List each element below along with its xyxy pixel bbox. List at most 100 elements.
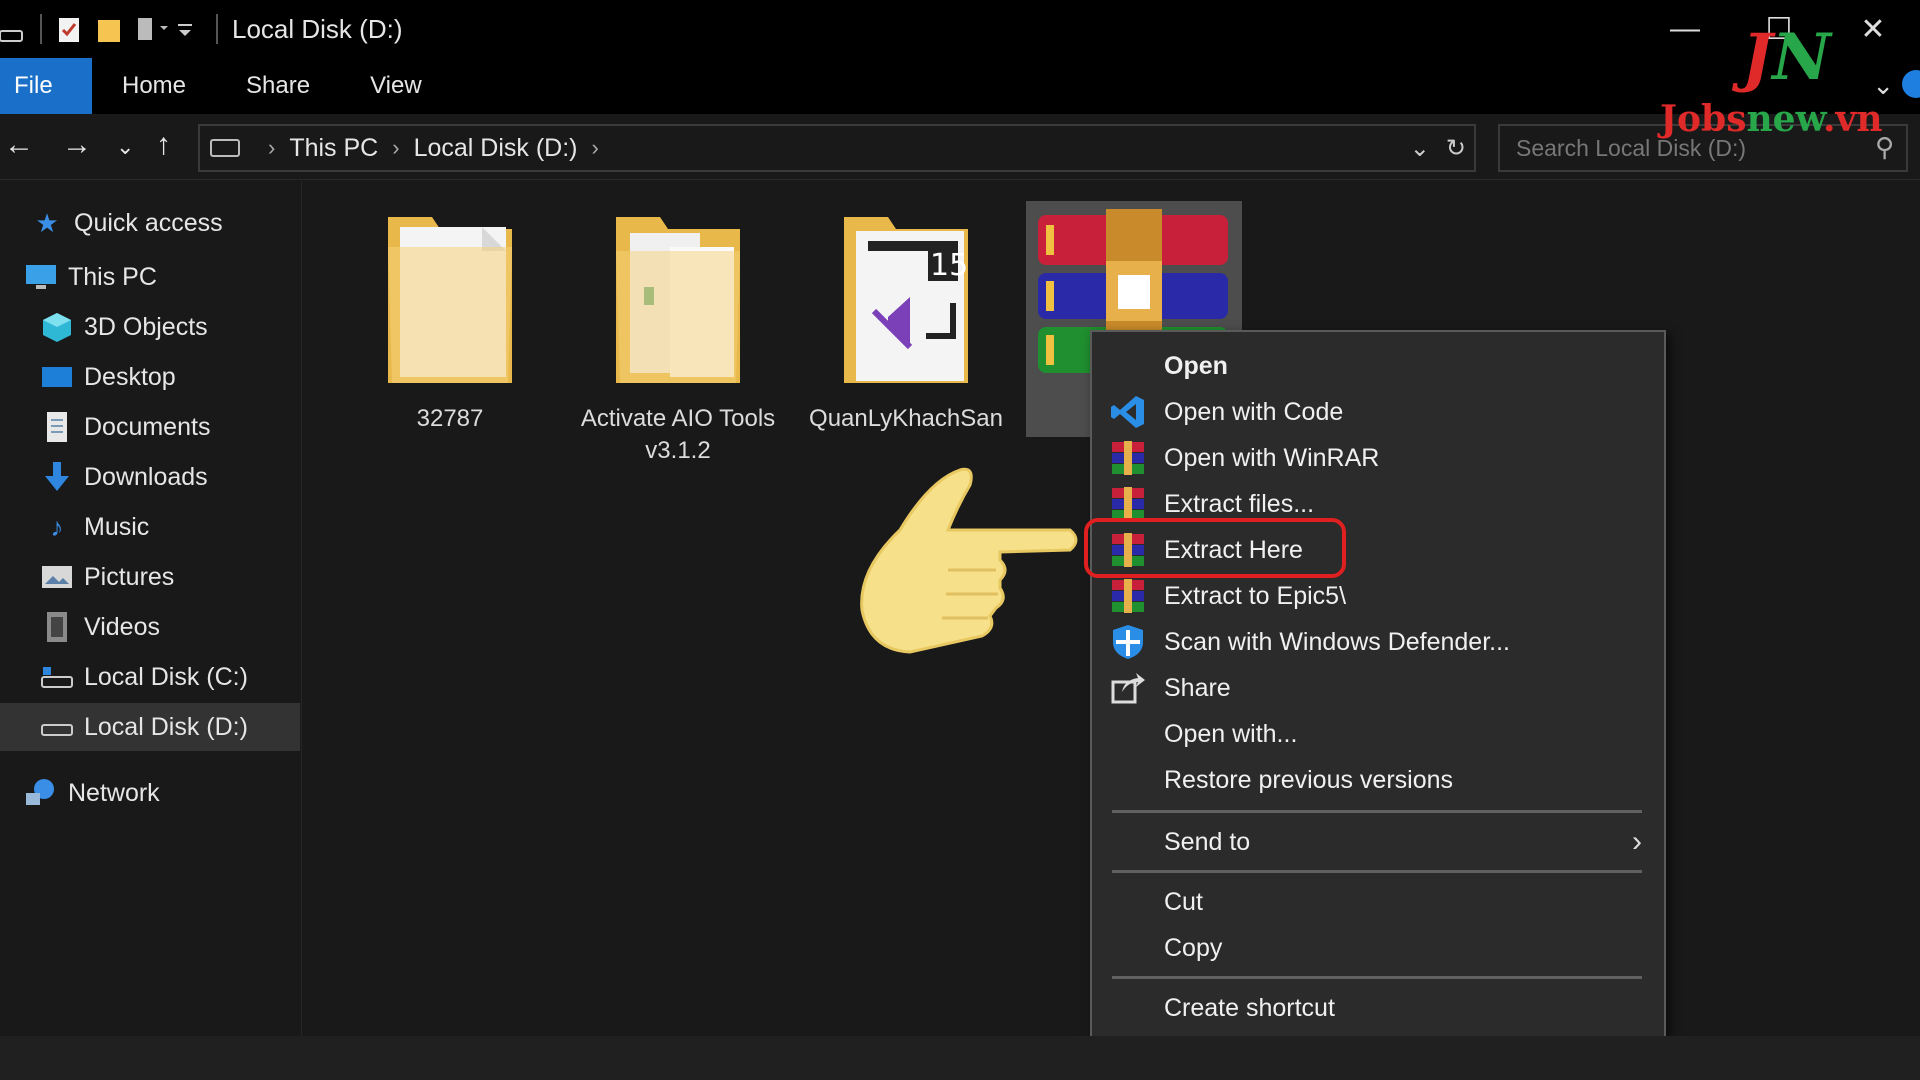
highlight-annotation-circle: [1084, 518, 1346, 578]
menu-item-open-with-code[interactable]: Open with Code: [1092, 390, 1664, 434]
breadcrumb-separator-icon[interactable]: ›: [591, 135, 598, 161]
menu-item-create-shortcut[interactable]: Create shortcut: [1092, 986, 1664, 1030]
tab-view[interactable]: View: [340, 58, 452, 114]
navigation-pane: ★ Quick access This PC 3D Objects Deskto…: [0, 181, 302, 1036]
menu-item-label: Create shortcut: [1164, 993, 1335, 1022]
cube-icon: [40, 311, 74, 343]
folder-item[interactable]: 15 QuanLyKhachSan: [798, 207, 1014, 435]
sidebar-item-label: Local Disk (D:): [84, 712, 248, 741]
address-dropdown-chevron-icon[interactable]: ⌄: [1410, 134, 1430, 163]
navigation-bar: ← → ⌄ ↑ › This PC › Local Disk (D:) › ⌄ …: [0, 114, 1920, 180]
menu-item-label: Open: [1164, 351, 1228, 380]
tab-home[interactable]: Home: [92, 58, 216, 114]
tab-file[interactable]: File: [0, 58, 92, 114]
winrar-icon: [1110, 486, 1146, 522]
menu-item-open-with[interactable]: Open with...: [1092, 712, 1664, 756]
breadcrumb-separator-icon[interactable]: ›: [392, 135, 399, 161]
folder-icon: [570, 207, 786, 397]
up-arrow-icon[interactable]: ↑: [156, 128, 171, 162]
sidebar-item-documents[interactable]: Documents: [0, 403, 300, 451]
svg-text:15: 15: [930, 248, 968, 283]
sidebar-item-label: Network: [68, 778, 160, 807]
menu-item-send-to[interactable]: Send to ›: [1092, 820, 1664, 864]
sidebar-item-desktop[interactable]: Desktop: [0, 353, 300, 401]
sidebar-item-label: Local Disk (C:): [84, 662, 248, 691]
toolbar-divider: [40, 14, 42, 44]
breadcrumb-this-pc[interactable]: This PC: [289, 134, 378, 163]
menu-item-label: Send to: [1164, 827, 1251, 856]
sidebar-item-label: Downloads: [84, 462, 208, 491]
file-name: 32787: [416, 405, 484, 432]
menu-item-open[interactable]: Open: [1092, 344, 1664, 388]
drive-icon: [40, 711, 74, 743]
breadcrumb-separator-icon[interactable]: ›: [268, 135, 275, 161]
menu-item-extract-to-folder[interactable]: Extract to Epic5\: [1092, 574, 1664, 618]
menu-divider: [1112, 810, 1642, 813]
menu-item-label: Extract files...: [1164, 489, 1315, 518]
properties-icon[interactable]: [56, 14, 82, 44]
jobsnew-logo: JN Jobsnew.vn: [1650, 20, 1920, 150]
logo-mark: JN: [1742, 20, 1831, 95]
network-icon: [24, 777, 58, 809]
sidebar-item-label: 3D Objects: [84, 312, 208, 341]
sidebar-item-label: This PC: [68, 262, 157, 291]
sidebar-item-downloads[interactable]: Downloads: [0, 453, 300, 501]
sidebar-item-3d-objects[interactable]: 3D Objects: [0, 303, 300, 351]
sidebar-item-quick-access[interactable]: ★ Quick access: [0, 199, 300, 247]
sidebar-item-label: Music: [84, 512, 150, 541]
sidebar-item-label: Quick access: [74, 208, 223, 237]
ribbon-tabs: File Home Share View ⌄: [0, 58, 1920, 114]
menu-item-label: Cut: [1164, 887, 1203, 916]
menu-item-restore-previous-versions[interactable]: Restore previous versions: [1092, 758, 1664, 802]
forward-arrow-icon[interactable]: →: [62, 128, 92, 162]
drive-icon: [210, 139, 240, 157]
dropdown-arrow-icon[interactable]: [176, 14, 202, 44]
menu-item-label: Restore previous versions: [1164, 765, 1454, 794]
drive-small-icon[interactable]: [0, 14, 26, 44]
tab-share[interactable]: Share: [216, 58, 340, 114]
menu-item-copy[interactable]: Copy: [1092, 926, 1664, 970]
customize-toolbar-icon[interactable]: [136, 14, 168, 44]
file-name: QuanLyKhachSan: [809, 405, 1003, 432]
back-arrow-icon[interactable]: ←: [4, 128, 34, 162]
sidebar-item-this-pc[interactable]: This PC: [0, 253, 300, 301]
menu-item-scan-defender[interactable]: Scan with Windows Defender...: [1092, 620, 1664, 664]
winrar-icon: [1110, 440, 1146, 476]
drive-icon: [40, 661, 74, 693]
sidebar-item-local-disk-c[interactable]: Local Disk (C:): [0, 653, 300, 701]
music-note-icon: ♪: [50, 511, 64, 542]
sidebar-item-videos[interactable]: Videos: [0, 603, 300, 651]
logo-site-text: Jobsnew.vn: [1660, 98, 1883, 140]
breadcrumb-local-disk-d[interactable]: Local Disk (D:): [414, 134, 578, 163]
share-icon: [1110, 670, 1146, 706]
desktop-icon: [40, 361, 74, 393]
folder-icon: [342, 207, 558, 397]
folder-item[interactable]: Activate AIO Tools v3.1.2: [570, 207, 786, 467]
new-folder-icon[interactable]: [96, 14, 122, 44]
sidebar-item-network[interactable]: Network: [0, 769, 300, 817]
quick-access-toolbar: [0, 0, 218, 58]
menu-item-cut[interactable]: Cut: [1092, 880, 1664, 924]
sidebar-item-local-disk-d[interactable]: Local Disk (D:): [0, 703, 300, 751]
sidebar-item-label: Desktop: [84, 362, 176, 391]
computer-icon: [24, 261, 58, 293]
sidebar-item-label: Videos: [84, 612, 160, 641]
menu-item-label: Share: [1164, 673, 1231, 702]
folder-item[interactable]: 32787: [342, 207, 558, 435]
sidebar-item-music[interactable]: ♪ Music: [0, 503, 300, 551]
winrar-icon: [1110, 578, 1146, 614]
window-title: Local Disk (D:): [232, 13, 403, 44]
menu-item-label: Extract to Epic5\: [1164, 581, 1347, 610]
menu-item-open-with-winrar[interactable]: Open with WinRAR: [1092, 436, 1664, 480]
sidebar-item-pictures[interactable]: Pictures: [0, 553, 300, 601]
status-bar: [0, 1036, 1920, 1080]
title-bar: Local Disk (D:) — ☐ ✕: [0, 0, 1920, 58]
picture-icon: [40, 561, 74, 593]
sidebar-item-label: Documents: [84, 412, 211, 441]
menu-item-share[interactable]: Share: [1092, 666, 1664, 710]
refresh-icon[interactable]: ↻: [1446, 134, 1466, 163]
film-icon: [40, 611, 74, 643]
menu-item-label: Open with Code: [1164, 397, 1344, 426]
recent-locations-chevron-icon[interactable]: ⌄: [116, 134, 134, 160]
address-bar[interactable]: › This PC › Local Disk (D:) › ⌄ ↻: [198, 124, 1476, 172]
